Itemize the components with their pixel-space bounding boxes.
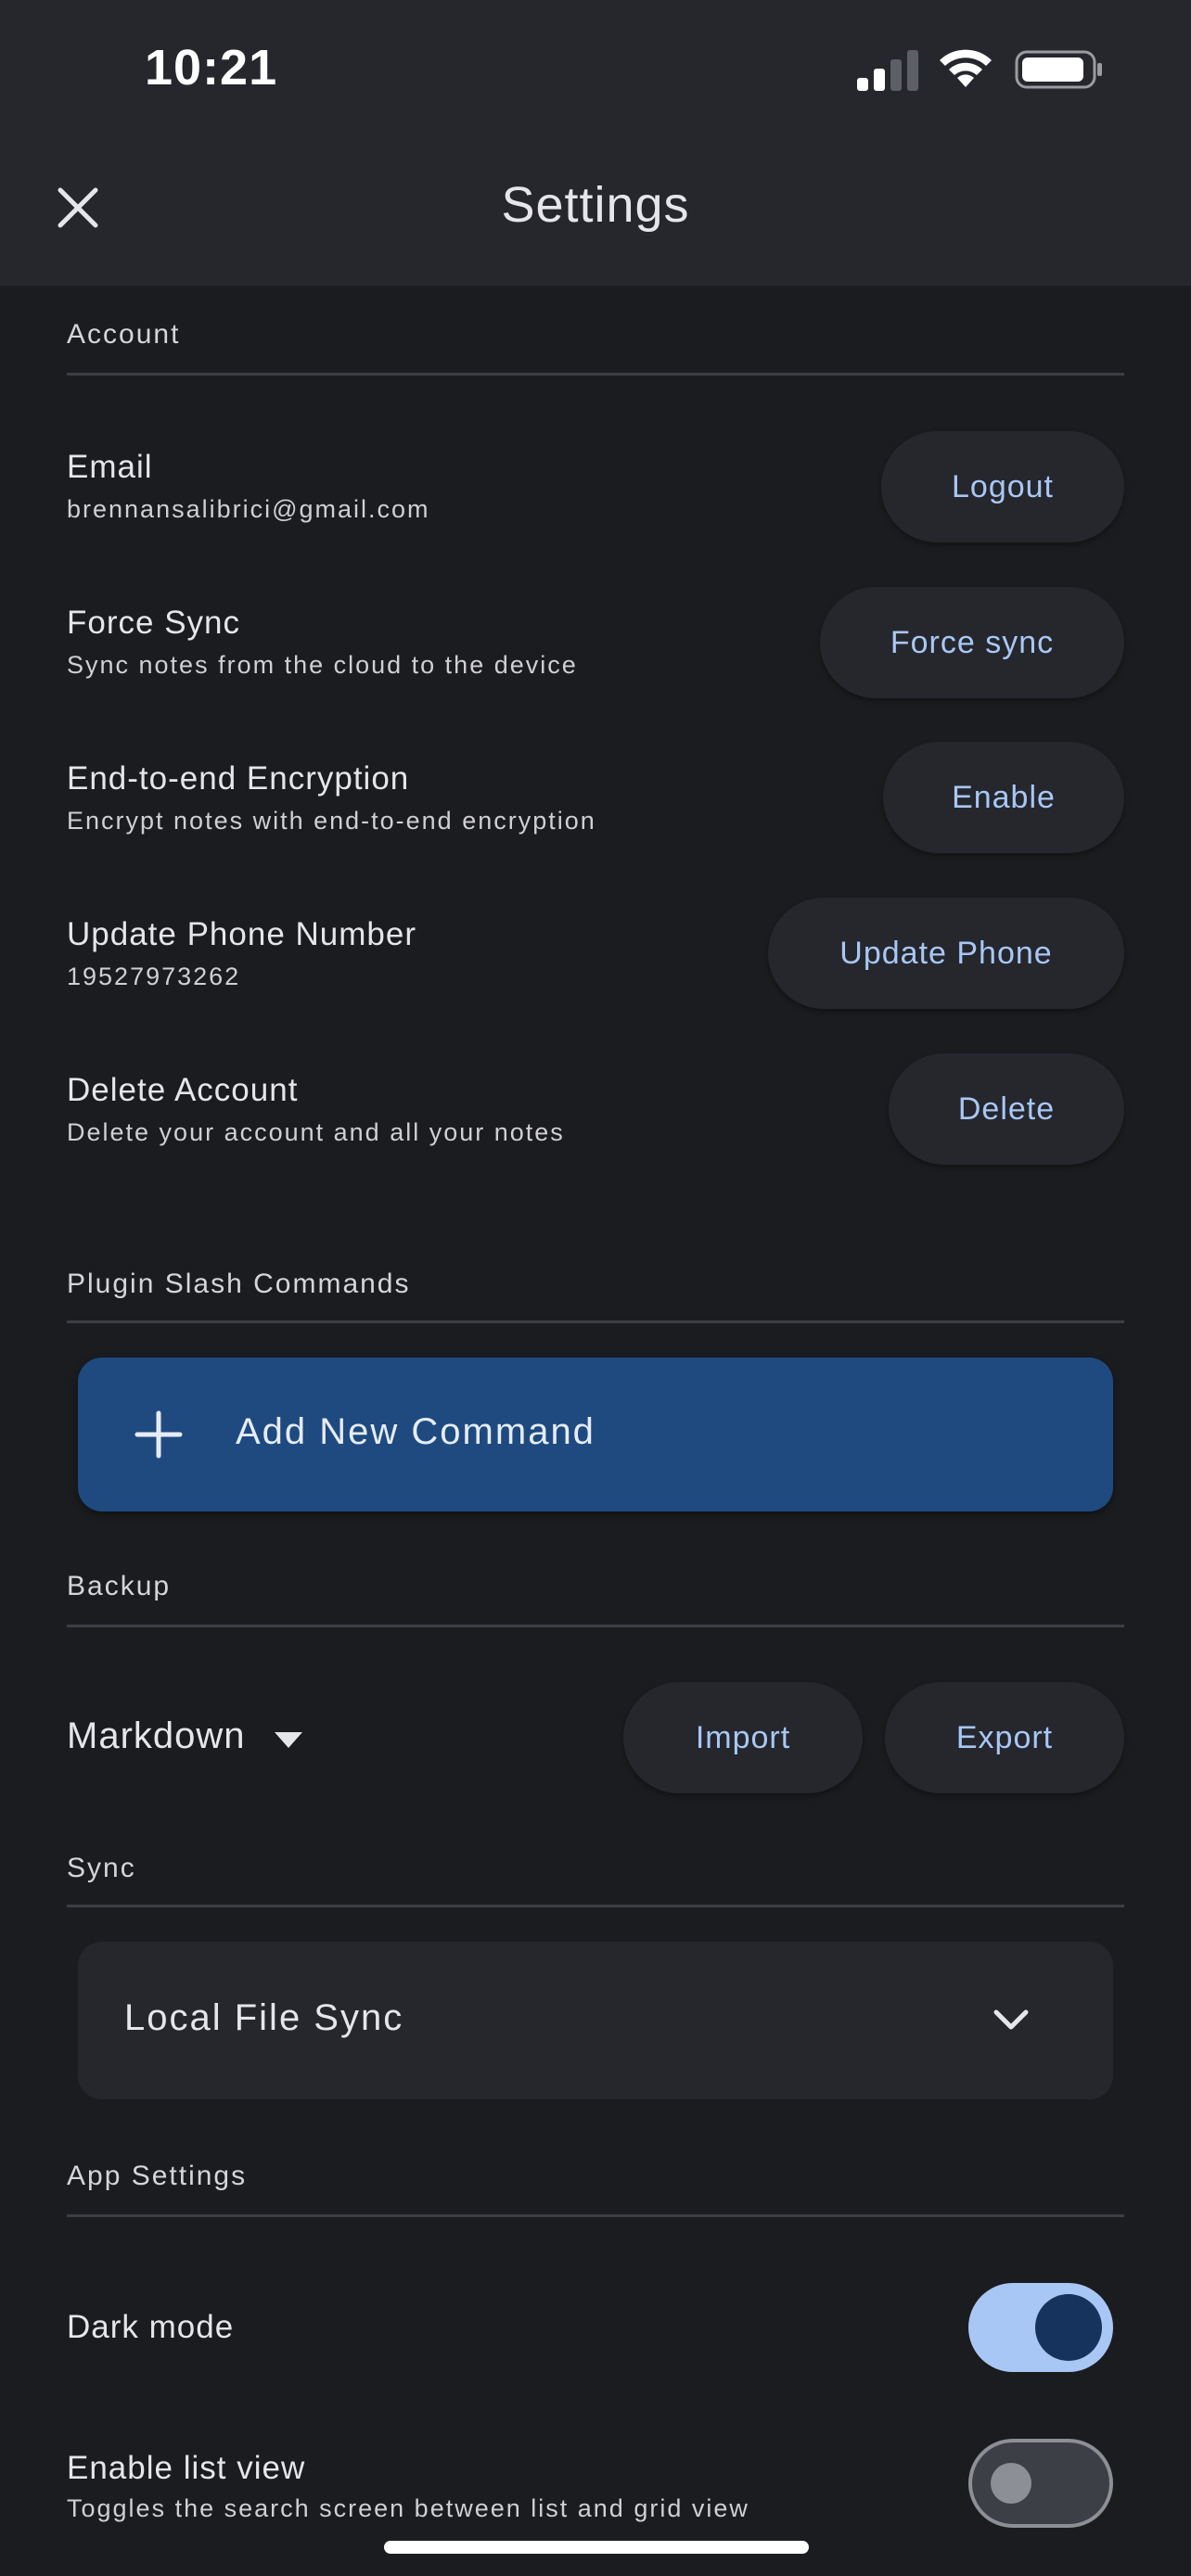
section-label-account: Account <box>67 319 181 350</box>
section-label-app-settings: App Settings <box>67 2161 248 2191</box>
page-title: Settings <box>501 177 690 233</box>
status-time: 10:21 <box>145 40 278 96</box>
plus-icon <box>134 1410 183 1459</box>
add-new-command-button[interactable]: Add New Command <box>78 1358 1113 1511</box>
section-label-sync: Sync <box>67 1853 136 1883</box>
section-label-plugins: Plugin Slash Commands <box>67 1269 411 1299</box>
import-button[interactable]: Import <box>623 1682 863 1793</box>
caret-down-icon <box>275 1732 302 1748</box>
row-subtitle: 19527973262 <box>67 963 241 990</box>
divider <box>67 1905 1124 1907</box>
add-new-command-label: Add New Command <box>236 1411 596 1452</box>
battery-icon <box>1015 50 1102 89</box>
export-button[interactable]: Export <box>885 1682 1124 1793</box>
logout-button[interactable]: Logout <box>881 431 1124 542</box>
update-phone-button[interactable]: Update Phone <box>768 898 1124 1009</box>
force-sync-button[interactable]: Force sync <box>820 587 1124 698</box>
sync-method-select[interactable]: Local File Sync <box>78 1942 1113 2099</box>
row-subtitle: brennansalibrici@gmail.com <box>67 495 430 523</box>
row-subtitle: Encrypt notes with end-to-end encryption <box>67 807 596 835</box>
toggle-knob <box>991 2463 1031 2504</box>
sync-method-value: Local File Sync <box>124 1997 404 2038</box>
cellular-signal-icon <box>855 48 918 91</box>
row-subtitle: Delete your account and all your notes <box>67 1118 565 1146</box>
row-subtitle: Toggles the search screen between list a… <box>67 2494 749 2522</box>
top-bar: 10:21 Settings <box>0 0 1191 286</box>
divider <box>67 373 1124 376</box>
dark-mode-toggle[interactable] <box>968 2283 1113 2372</box>
home-indicator <box>384 2541 809 2554</box>
divider <box>67 1320 1124 1323</box>
divider <box>67 2214 1124 2217</box>
row-title: Update Phone Number <box>67 916 416 952</box>
delete-account-button[interactable]: Delete <box>889 1053 1124 1165</box>
enable-encryption-button[interactable]: Enable <box>883 742 1124 853</box>
row-subtitle: Sync notes from the cloud to the device <box>67 651 578 679</box>
row-title: Enable list view <box>67 2450 306 2486</box>
row-title: Delete Account <box>67 1072 299 1108</box>
toggle-knob <box>1035 2294 1102 2361</box>
chevron-down-icon <box>993 2009 1029 2030</box>
row-title: Force Sync <box>67 605 240 641</box>
wifi-icon <box>940 49 992 87</box>
divider <box>67 1625 1124 1627</box>
row-title: Dark mode <box>67 2309 235 2345</box>
row-title: Email <box>67 449 153 485</box>
list-view-toggle[interactable] <box>968 2439 1113 2528</box>
backup-format-value: Markdown <box>67 1715 246 1756</box>
row-title: End-to-end Encryption <box>67 760 410 797</box>
section-label-backup: Backup <box>67 1571 172 1601</box>
